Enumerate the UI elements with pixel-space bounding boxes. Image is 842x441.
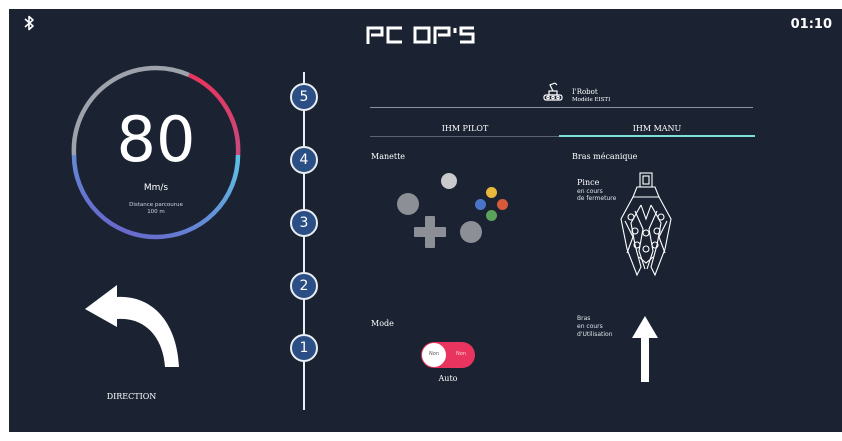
gamepad-left-stick[interactable] xyxy=(397,193,419,215)
mode-toggle-on-text: Non xyxy=(429,351,439,357)
bras-status-line-2: d'Utilisation xyxy=(577,331,613,338)
app-logo xyxy=(366,26,475,44)
clock-time: 01:10 xyxy=(790,17,832,32)
mode-label: Mode xyxy=(371,319,394,328)
robot-icon xyxy=(543,82,563,101)
turn-left-arrow-icon xyxy=(85,285,179,367)
gear-node-4[interactable]: 4 xyxy=(290,146,318,174)
gear-node-5[interactable]: 5 xyxy=(290,83,318,111)
robot-name: I'Robot xyxy=(572,88,598,96)
gear-node-3[interactable]: 3 xyxy=(290,209,318,237)
pince-label: Pince xyxy=(577,178,600,187)
pince-status-line-2: de fermeture xyxy=(577,195,617,202)
distance-label: Distance parcourue xyxy=(129,202,183,208)
pince-status-line-1: en cours xyxy=(577,188,603,195)
gamepad-right-stick[interactable] xyxy=(460,221,482,243)
speed-value: 80 xyxy=(116,103,196,176)
tab-ihm-manu[interactable]: IHM MANU xyxy=(559,124,755,133)
direction-label: DIRECTION xyxy=(106,392,157,401)
gamepad-button-green[interactable] xyxy=(486,210,497,221)
gamepad-button-yellow[interactable] xyxy=(486,187,497,198)
gamepad-dpad-vertical[interactable] xyxy=(425,216,435,248)
speed-unit: Mm/s xyxy=(143,183,169,193)
tab-active-indicator xyxy=(559,135,755,137)
up-arrow-icon xyxy=(632,316,658,382)
distance-value: 100 m xyxy=(147,209,165,215)
gear-node-2[interactable]: 2 xyxy=(290,272,318,300)
gear-node-1[interactable]: 1 xyxy=(290,334,318,362)
gamepad-button-blue[interactable] xyxy=(475,199,486,210)
app-title xyxy=(366,24,486,46)
robot-model: Modèle EISTI xyxy=(572,97,611,103)
dashboard-screen: 01:10 80 Mm/s Distance parcourue 100 m D… xyxy=(9,9,842,432)
claw-icon xyxy=(620,172,672,277)
gamepad-top-button[interactable] xyxy=(441,173,457,189)
bras-status-line-1: en cours xyxy=(577,323,603,330)
mode-toggle-off-text: Non xyxy=(456,351,466,357)
divider xyxy=(370,107,753,108)
bluetooth-icon[interactable] xyxy=(23,15,35,31)
tab-ihm-pilot[interactable]: IHM PILOT xyxy=(370,124,560,133)
gamepad-button-red[interactable] xyxy=(497,199,508,210)
manette-label: Manette xyxy=(371,152,406,161)
mode-value: Auto xyxy=(438,374,458,383)
bras-mecanique-label: Bras mécanique xyxy=(572,152,638,161)
bras-status-title: Bras xyxy=(577,315,591,322)
